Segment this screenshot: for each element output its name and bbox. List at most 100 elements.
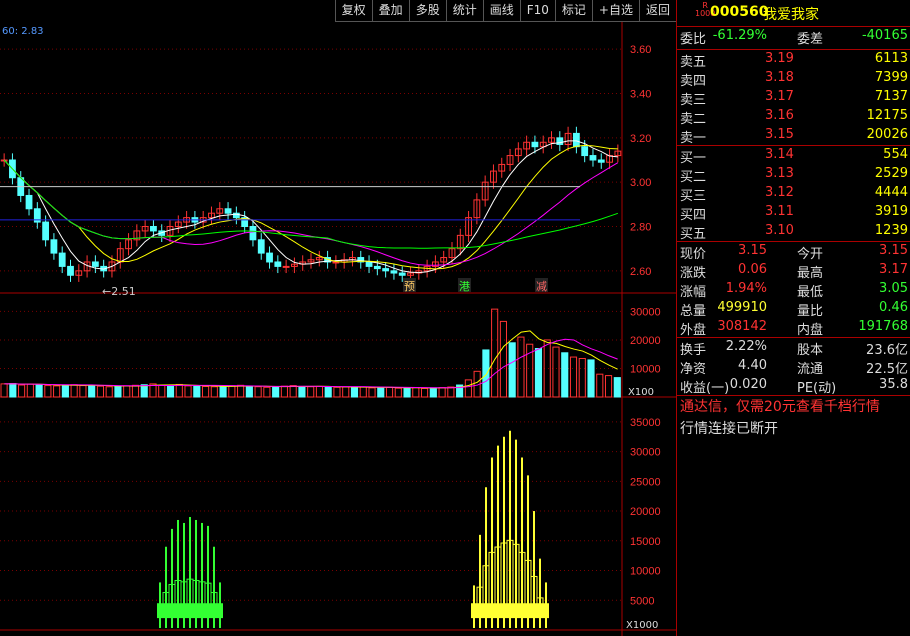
volume-bar: [464, 379, 472, 398]
chip-base: [169, 603, 175, 619]
ratio-value: -61.29%: [712, 28, 767, 43]
ma-line: [3, 140, 618, 274]
volume-bar: [447, 386, 455, 398]
volume-bar: [158, 384, 166, 398]
chip-base: [211, 603, 217, 619]
y-tick-label: 30000: [630, 306, 661, 318]
candle-body: [398, 272, 406, 276]
volume-bar: [35, 383, 43, 398]
sell-label: 卖三: [680, 93, 707, 108]
connection-status: 行情连接已断开: [680, 421, 778, 437]
stock-code: 000560: [710, 4, 769, 20]
candle-body: [266, 252, 273, 263]
y-tick-label: 10000: [630, 363, 661, 375]
y-tick-label: 3.00: [630, 177, 651, 189]
buy-qty: 554: [883, 147, 908, 162]
volume-bar: [175, 383, 183, 398]
candle-body: [597, 159, 605, 163]
volume-bar: [219, 385, 227, 398]
event-marker: 港: [459, 280, 470, 293]
volume-bar: [0, 383, 8, 398]
promo-message[interactable]: 通达信，仅需20元查看千档行情: [677, 396, 910, 418]
volume-bar: [228, 385, 236, 398]
buy-qty: 1239: [874, 223, 908, 238]
volume-bar: [53, 385, 61, 398]
order-ratio-row: 委比 -61.29% 委差 -40165: [677, 27, 910, 50]
y-tick-label: 15000: [630, 536, 661, 548]
chip-base: [489, 603, 495, 619]
toolbar-button-6[interactable]: 标记: [554, 0, 592, 22]
buy-row: 买二 3.13 2529: [677, 165, 910, 185]
volume-bar: [123, 385, 131, 398]
kline-chart[interactable]: 3.60 3.40 3.20 3.00 2.80 2.60 30000 20000 10000 3…: [0, 22, 676, 636]
volume-bar: [201, 385, 210, 398]
toolbar-button-2[interactable]: 多股: [408, 0, 446, 22]
chip-base: [471, 603, 477, 619]
volume-bar: [534, 348, 543, 398]
volume-bar: [315, 385, 324, 398]
diff-value: -40165: [861, 28, 908, 43]
volume-bar: [210, 386, 218, 398]
volume-bar: [552, 346, 560, 398]
sell-row: 卖四 3.18 7399: [677, 69, 910, 89]
volume-bar: [499, 320, 507, 398]
volume-bar: [385, 386, 394, 398]
candle-body: [274, 261, 282, 267]
toolbar-button-8[interactable]: 返回: [638, 0, 676, 22]
toolbar-button-0[interactable]: 复权: [334, 0, 372, 22]
toolbar-button-5[interactable]: F10: [519, 0, 555, 22]
buy-row: 买一 3.14 554: [677, 146, 910, 166]
ma-line: [3, 144, 618, 270]
chip-base: [531, 603, 537, 619]
volume-bar: [263, 386, 271, 398]
volume-ma: [4, 338, 618, 389]
volume-bar: [184, 385, 192, 398]
candle-body: [42, 221, 50, 241]
y-tick-label: 25000: [630, 476, 661, 488]
volume-bar: [79, 385, 87, 398]
y-tick-label: 35000: [630, 417, 661, 429]
sell-label: 卖五: [680, 55, 707, 70]
candle-body: [572, 132, 580, 148]
sell-orders: 卖五 3.19 6113 卖四 3.18 7399 卖三 3.17 7137 卖二 3.16 1217…: [677, 50, 910, 146]
candle-body: [390, 270, 398, 274]
volume-bar: [254, 386, 262, 398]
y-tick-label: 10000: [630, 566, 661, 578]
chip-base: [507, 603, 513, 619]
volume-bar: [482, 349, 490, 398]
sell-qty: 7137: [874, 89, 908, 104]
y-tick-label: 30000: [630, 447, 661, 459]
volume-bar: [44, 385, 52, 398]
toolbar-button-1[interactable]: 叠加: [371, 0, 409, 22]
chip-base: [519, 603, 525, 619]
y-tick-label: 3.20: [630, 133, 651, 145]
stock-name: 我爱我家: [763, 7, 819, 23]
candle-body: [589, 155, 597, 161]
toolbar-button-3[interactable]: 统计: [445, 0, 483, 22]
buy-qty: 3919: [874, 204, 908, 219]
quote-row: 外盘 308142 内盘 191768: [680, 319, 908, 338]
buy-label: 买一: [680, 151, 707, 166]
event-marker: 预: [404, 280, 415, 293]
stock-header: R 1000 000560 我爱我家: [677, 0, 910, 27]
indicator-label: 60: 2.83: [2, 26, 44, 37]
volume-bar: [403, 387, 411, 398]
toolbar-button-4[interactable]: 画线: [482, 0, 520, 22]
toolbar-button-7[interactable]: +自选: [591, 0, 639, 22]
quote-row: 涨跌 0.06 最高 3.17: [680, 262, 908, 281]
candle-body: [257, 239, 265, 254]
sell-price: 3.19: [765, 51, 794, 66]
chip-base: [187, 603, 193, 619]
buy-row: 买五 3.10 1239: [677, 222, 910, 242]
chip-base: [543, 603, 549, 619]
buy-row: 买三 3.12 4444: [677, 184, 910, 204]
candle-body: [249, 226, 257, 241]
sell-row: 卖一 3.15 20026: [677, 126, 910, 146]
chip-base: [525, 603, 531, 619]
sell-row: 卖二 3.16 12175: [677, 107, 910, 127]
ma-line: [3, 159, 619, 249]
sell-price: 3.17: [765, 89, 794, 104]
volume-bar: [272, 386, 280, 398]
sell-price: 3.15: [765, 127, 794, 142]
volume-bar: [368, 387, 376, 398]
